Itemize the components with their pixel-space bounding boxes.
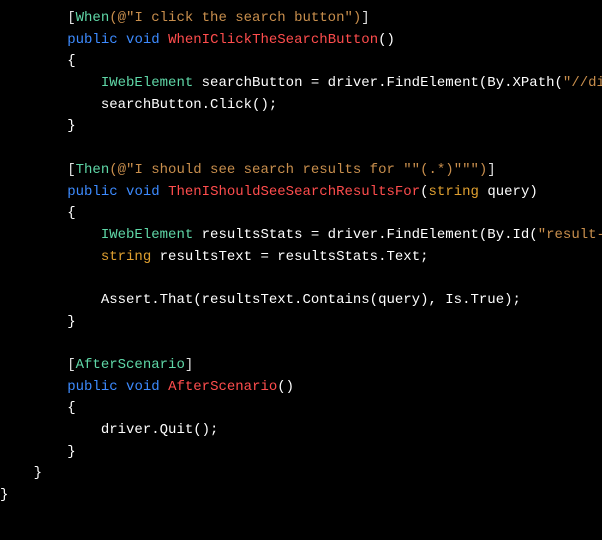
attr-then: Then: [76, 162, 110, 178]
param-type: string: [429, 184, 479, 200]
brace-close: }: [34, 465, 42, 481]
param-name: query): [479, 184, 538, 200]
string-literal: "//div[@c: [563, 75, 602, 91]
bracket-open: [: [67, 357, 75, 373]
brace-open: {: [67, 205, 75, 221]
brace-close: }: [67, 444, 75, 460]
attr-then-arg: (@"I should see search results for ""(.*…: [109, 162, 487, 178]
code-text: driver.Quit();: [101, 422, 219, 438]
bracket-close: ]: [487, 162, 495, 178]
kw-void: void: [126, 184, 160, 200]
bracket-open: [: [67, 10, 75, 26]
bracket-close: ]: [361, 10, 369, 26]
type-string: string: [101, 249, 151, 265]
brace-close: }: [0, 487, 8, 503]
brace-open: {: [67, 400, 75, 416]
brace-close: }: [67, 118, 75, 134]
parens: (): [378, 32, 395, 48]
type-iwebelement: IWebElement: [101, 227, 193, 243]
method-name: ThenIShouldSeeSearchResultsFor: [168, 184, 420, 200]
kw-public: public: [67, 184, 117, 200]
kw-void: void: [126, 32, 160, 48]
attr-when: When: [76, 10, 110, 26]
code-text: searchButton.Click();: [101, 97, 277, 113]
code-text: resultsText = resultsStats.Text;: [151, 249, 428, 265]
bracket-open: [: [67, 162, 75, 178]
parens: (): [277, 379, 294, 395]
bracket-close: ]: [185, 357, 193, 373]
type-iwebelement: IWebElement: [101, 75, 193, 91]
method-name: WhenIClickTheSearchButton: [168, 32, 378, 48]
attr-afterscenario: AfterScenario: [76, 357, 185, 373]
kw-public: public: [67, 379, 117, 395]
kw-void: void: [126, 379, 160, 395]
code-block: [When(@"I click the search button")] pub…: [0, 0, 602, 507]
lparen: (: [420, 184, 428, 200]
code-text: searchButton = driver.FindElement(By.XPa…: [193, 75, 563, 91]
attr-when-arg: (@"I click the search button"): [109, 10, 361, 26]
brace-close: }: [67, 314, 75, 330]
code: [When(@"I click the search button")] pub…: [0, 10, 602, 503]
kw-public: public: [67, 32, 117, 48]
brace-open: {: [67, 53, 75, 69]
method-name: AfterScenario: [168, 379, 277, 395]
code-text: resultsStats = driver.FindElement(By.Id(: [193, 227, 537, 243]
string-literal: "result-stat: [538, 227, 602, 243]
code-text: Assert.That(resultsText.Contains(query),…: [101, 292, 521, 308]
